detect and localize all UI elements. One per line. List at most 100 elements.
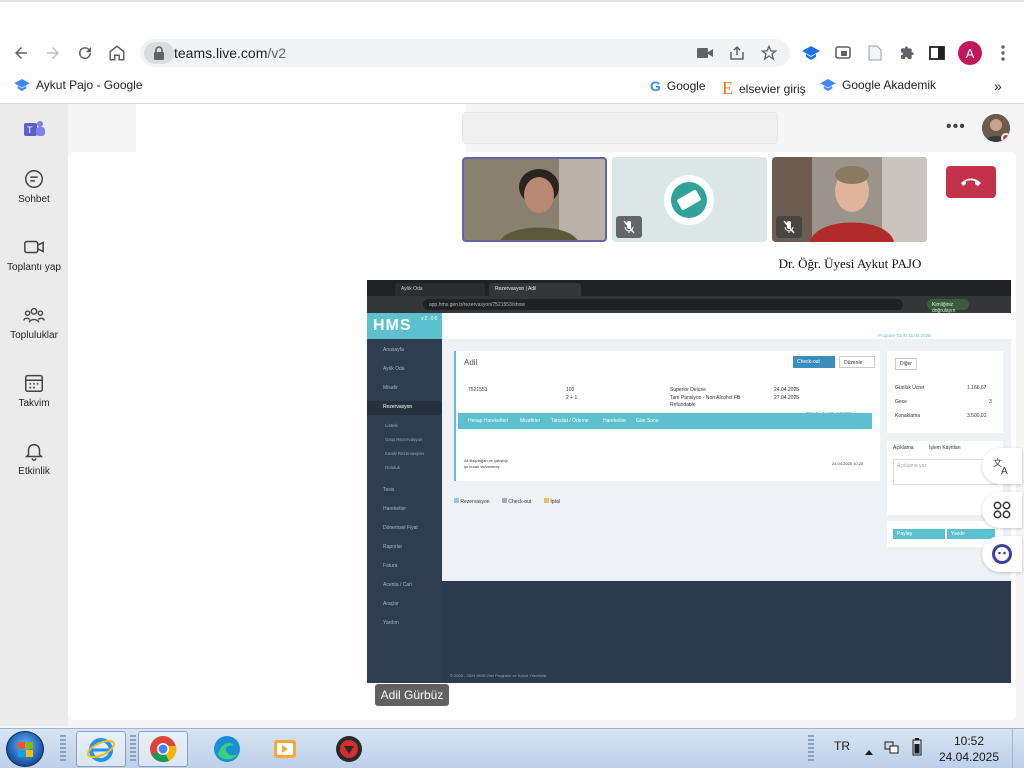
lock-icon[interactable]	[144, 42, 174, 64]
shared-tab-strip: Aylık Oda Rezervasyon | Adil	[367, 280, 1011, 296]
show-desktop-button[interactable]	[1012, 729, 1024, 768]
reload-button[interactable]	[72, 40, 98, 66]
leave-call-button[interactable]	[946, 166, 996, 198]
back-button[interactable]	[8, 40, 34, 66]
comment-tab: Açıklama	[893, 445, 914, 451]
print-btn: Yazdır	[947, 529, 995, 539]
star-icon[interactable]	[756, 40, 782, 66]
board-type: Tam Pansiyon - Non Alcohol FB Refundable	[670, 395, 741, 408]
menu-kebab-icon[interactable]	[990, 40, 1016, 66]
search-bar[interactable]	[462, 112, 778, 144]
video-tile-student[interactable]	[462, 157, 607, 242]
profile-avatar[interactable]: A	[958, 41, 982, 65]
participant-video	[464, 159, 605, 240]
teams-logo-icon[interactable]: T	[22, 118, 46, 145]
network-icon[interactable]	[884, 739, 900, 760]
stay-total: 3.500,01	[967, 413, 987, 419]
shared-menu-item: Araçlar	[383, 601, 399, 607]
bookmark-google[interactable]: G Google	[650, 78, 706, 94]
legend-reservation: Rezervasyon	[454, 498, 490, 505]
taskbar-app[interactable]	[324, 731, 374, 767]
edge-icon	[214, 736, 240, 762]
extension-cast-icon[interactable]	[830, 40, 856, 66]
shared-menu-item: Anasayfa	[383, 347, 404, 353]
legend-checkout: Check-out	[502, 498, 531, 505]
side-panel-icon[interactable]	[924, 40, 950, 66]
header-blank-region	[136, 104, 466, 152]
shared-submenu-item: Listele	[385, 423, 399, 428]
video-tile-instructor[interactable]	[772, 157, 927, 242]
note-line: Ali Başdağan ve çalıştığı	[464, 458, 508, 463]
shared-footer: © 2009 - 2024 HMS Otel Programı ve Kanal…	[442, 581, 1011, 683]
note-date: 24.04.2025 10:23	[832, 461, 864, 466]
video-tile-avatar[interactable]	[612, 157, 767, 242]
camera-icon[interactable]	[692, 40, 718, 66]
rail-item-calendar[interactable]: Takvim	[0, 372, 68, 409]
graduation-cap-icon	[14, 79, 30, 91]
rail-label: Toplantı yap	[7, 262, 61, 273]
windows-logo-icon	[18, 742, 33, 757]
rail-item-activity[interactable]: Etkinlik	[0, 440, 68, 477]
stage-blank-region	[136, 152, 462, 282]
translate-button[interactable]: 文A	[982, 448, 1022, 484]
rail-item-chat[interactable]: Sohbet	[0, 168, 68, 205]
taskbar-chrome[interactable]	[138, 731, 188, 767]
bookmarks-bar: Aykut Pajo - Google G Google E elsevier …	[0, 70, 1024, 104]
puzzle-extensions-icon[interactable]	[894, 40, 920, 66]
guest-title: Adil	[464, 358, 478, 367]
shared-menu-item: Fatura	[383, 563, 398, 569]
bookmark-aykut-pajo[interactable]: Aykut Pajo - Google	[14, 78, 143, 92]
pax-count: 2 + 1	[566, 395, 578, 401]
program-date: Program Tarihi:11.04.2025	[878, 333, 931, 338]
shield-app-icon	[336, 736, 362, 762]
clock-time: 10:52	[953, 734, 985, 748]
shared-menu-item: Yardım	[383, 620, 399, 626]
shared-menu-item: Hareketler	[383, 506, 407, 512]
rail-item-meet[interactable]: Toplantı yap	[0, 236, 68, 273]
system-clock[interactable]: 10:52 24.04.2025	[934, 733, 1004, 765]
bookmark-google-akademik[interactable]: Google Akademik	[820, 78, 936, 92]
rail-item-communities[interactable]: Topluluklar	[0, 304, 68, 341]
forward-button[interactable]	[40, 40, 66, 66]
more-options-icon[interactable]: •••	[946, 118, 966, 136]
taskbar-ie[interactable]	[76, 731, 126, 767]
taskbar-grip	[808, 735, 814, 763]
home-button[interactable]	[104, 40, 130, 66]
chat-icon	[25, 170, 43, 188]
start-button[interactable]	[6, 731, 44, 767]
shared-menu-item: Dönemsel Fiyat	[383, 525, 418, 531]
language-indicator[interactable]: TR	[834, 739, 850, 753]
shared-menu-item-active: Rezervasyon	[367, 401, 442, 415]
bookmarks-overflow-icon[interactable]: »	[994, 78, 1002, 94]
shared-tab-active: Rezervasyon | Adil	[489, 283, 581, 296]
apps-button[interactable]	[982, 492, 1022, 528]
reservation-subtabs: Hesap Hareketleri Misafirler Tahsilat / …	[458, 413, 872, 429]
taskbar-media-player[interactable]	[260, 731, 310, 767]
bell-icon	[24, 443, 44, 461]
assistant-button[interactable]	[982, 536, 1022, 572]
assistant-face-icon	[992, 544, 1012, 564]
shared-submenu-item: Kanal Rezervasyon	[385, 451, 425, 456]
taskbar-edge[interactable]	[202, 731, 252, 767]
presenter-name-label: Adil Gürbüz	[375, 684, 449, 706]
reload-icon	[79, 47, 92, 60]
extension-document-icon[interactable]	[862, 40, 888, 66]
subtab: Hareketler	[603, 418, 627, 424]
show-hidden-icons-icon[interactable]	[864, 743, 874, 761]
url-text: teams.live.com/v2	[174, 45, 287, 61]
bookmark-elsevier[interactable]: E elsevier giriş	[722, 78, 806, 99]
taskbar-grip	[60, 735, 66, 763]
share-btn: Paylaş	[893, 529, 945, 539]
browser-tab-strip	[0, 0, 1024, 36]
shared-main-content: Program Tarihi:11.04.2025 Adil Check-out…	[442, 313, 1011, 581]
note-line: şu kuralı ve/veneniş	[464, 464, 500, 469]
share-icon[interactable]	[724, 40, 750, 66]
extension-graduation-icon[interactable]	[798, 40, 824, 66]
video-camera-icon	[24, 240, 44, 254]
nights-value: 3	[989, 399, 992, 405]
checkout-date: 27.04.2025	[774, 395, 800, 401]
teams-app-rail: T Sohbet Toplantı yap Topluluklar Takvim…	[0, 104, 68, 726]
user-avatar[interactable]	[982, 114, 1010, 142]
battery-icon[interactable]	[912, 738, 922, 761]
browser-toolbar: teams.live.com/v2 A	[0, 36, 1024, 70]
